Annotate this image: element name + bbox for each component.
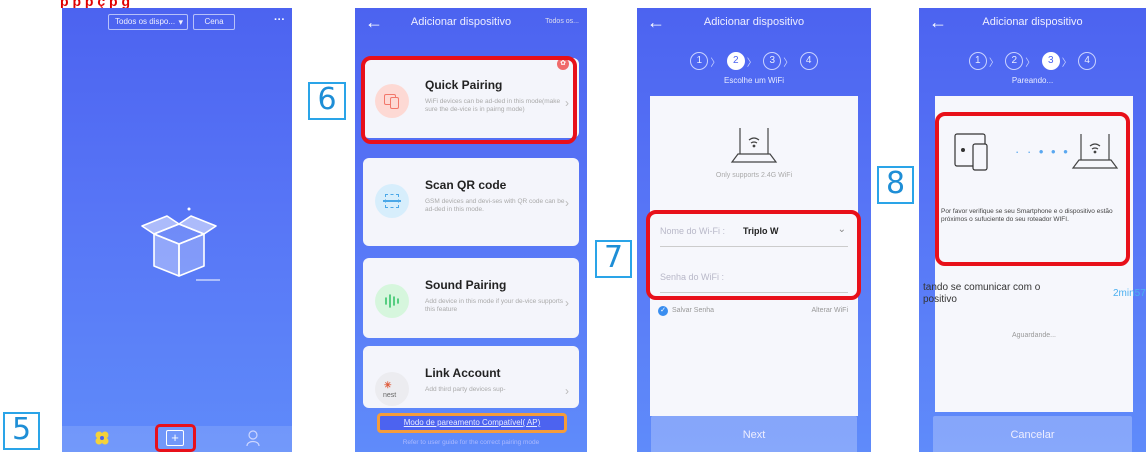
step-3: 3	[763, 52, 782, 70]
marker-label: 8	[885, 166, 906, 201]
card-desc: Add third party devices sup-	[425, 386, 506, 393]
step-marker-7: 7	[595, 240, 632, 278]
save-password-checkbox[interactable]: ✓	[658, 306, 668, 316]
chevron-down-icon: ▾	[178, 17, 183, 27]
empty-box-icon	[141, 207, 220, 281]
step-1: 1	[968, 52, 987, 70]
cropped-heading: p p p ç p g	[0, 0, 1146, 8]
save-password-label: Salvar Senha	[672, 307, 715, 314]
card-title: Sound Pairing	[425, 278, 507, 292]
step-indicator: 1 〉 2 〉 3 〉 4	[637, 52, 871, 70]
chevron-right-icon: ›	[565, 384, 569, 398]
highlight-wifi-fields	[646, 210, 861, 300]
card-sound-pairing[interactable]: Sound Pairing Add device in this mode if…	[363, 258, 579, 338]
step-2: 2	[1005, 52, 1024, 70]
cancel-label: Cancelar	[1010, 429, 1055, 441]
step-4: 4	[799, 52, 818, 70]
marker-label: 5	[11, 412, 32, 447]
card-desc: Add device in this mode if your de-vice …	[425, 298, 564, 313]
step-marker-8: 8	[877, 166, 914, 204]
page-title: Adicionar dispositivo	[982, 16, 1083, 28]
step-3: 3	[1041, 52, 1060, 70]
countdown-timer: 2min57	[1113, 288, 1146, 299]
chevron-right-icon: 〉	[710, 57, 721, 69]
header: ← Adicionar dispositivo	[637, 8, 871, 40]
header: ← Adicionar dispositivo	[919, 8, 1146, 40]
device-select[interactable]: Todos os dispo... ▾	[108, 14, 188, 30]
card-desc: GSM devices and devi-ses with QR code ca…	[425, 198, 565, 213]
step-marker-6: 6	[308, 82, 346, 120]
compat-mode-text: Modo de pareamento Compatível( AP)	[403, 418, 541, 427]
router-icon	[730, 128, 778, 163]
device-select-value: Todos os dispo...	[115, 17, 176, 26]
chevron-right-icon: 〉	[746, 57, 757, 69]
marker-label: 6	[317, 82, 337, 117]
subtitle: Pareando...	[1011, 76, 1054, 85]
header: ← Adicionar dispositivo Todos os...	[355, 8, 587, 40]
highlight-quick-pairing	[361, 56, 577, 144]
chevron-right-icon: ›	[565, 196, 569, 210]
chevron-right-icon: 〉	[988, 57, 999, 69]
step-marker-5: 5	[3, 412, 40, 450]
step-2: 2	[726, 52, 745, 70]
qr-scan-icon	[375, 184, 409, 218]
waiting-text: Aguardande...	[1012, 332, 1056, 339]
card-link-account[interactable]: ✳ nest Link Account Add third party devi…	[363, 346, 579, 408]
device-filter[interactable]: Todos os...	[545, 18, 579, 25]
page-title: Adicionar dispositivo	[703, 16, 805, 28]
guide-text: Refer to user guide for the correct pair…	[402, 439, 540, 446]
step-1: 1	[690, 52, 709, 70]
next-button[interactable]: Next	[651, 416, 857, 452]
status-text: tando se comunicar com o positivo	[923, 282, 1041, 305]
chevron-right-icon: ›	[565, 296, 569, 310]
nest-icon: ✳ nest	[375, 372, 409, 406]
chevron-right-icon: 〉	[783, 57, 794, 69]
heading-fragment: p p p ç p g	[60, 0, 130, 8]
sound-wave-icon	[375, 284, 409, 318]
subtitle: Escolhe um WiFi	[723, 76, 784, 85]
profile-icon[interactable]	[245, 429, 261, 447]
card-title: Scan QR code	[425, 178, 507, 192]
next-label: Next	[742, 429, 766, 441]
step-indicator: 1 〉 2 〉 3 〉 4	[919, 52, 1146, 70]
marker-label: 7	[603, 240, 624, 275]
highlight-pairing-info	[935, 112, 1130, 266]
more-icon[interactable]: ···	[274, 14, 285, 26]
scene-label: Cena	[204, 17, 224, 26]
cancel-button[interactable]: Cancelar	[933, 416, 1132, 452]
card-scan-qr[interactable]: Scan QR code GSM devices and devi-ses wi…	[363, 158, 579, 246]
router-note: Only supports 2.4G WiFi	[715, 172, 793, 179]
card-title: Link Account	[425, 366, 501, 380]
compat-mode-link[interactable]: Modo de pareamento Compatível( AP)	[377, 413, 567, 433]
home-icon[interactable]	[94, 430, 110, 446]
chevron-right-icon: 〉	[1061, 57, 1072, 69]
highlight-add-button	[155, 424, 196, 452]
step-4: 4	[1078, 52, 1097, 70]
chevron-right-icon: 〉	[1025, 57, 1036, 69]
scene-button[interactable]: Cena	[193, 14, 235, 30]
screen-home: Todos os dispo... ▾ Cena ··· +	[62, 8, 292, 452]
change-wifi-link[interactable]: Alterar WiFi	[811, 307, 848, 314]
